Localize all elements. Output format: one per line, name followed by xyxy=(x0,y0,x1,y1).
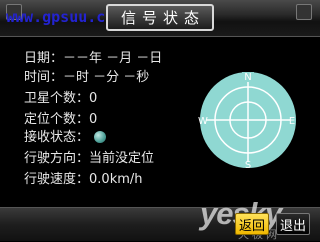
receive-status-indicator-icon xyxy=(94,131,106,143)
time-label: 时间： xyxy=(24,70,64,85)
positioned-label: 定位个数： xyxy=(24,112,90,127)
heading-label: 行驶方向： xyxy=(24,151,90,166)
receive-status-label: 接收状态： xyxy=(24,130,90,145)
speed-value: 0.0km/h xyxy=(89,172,143,187)
receive-status-row: 接收状态： xyxy=(24,128,89,148)
positioned-value: 0 xyxy=(89,112,98,127)
east-label: E xyxy=(289,116,295,127)
satellites-row: 卫星个数：0 xyxy=(24,89,97,109)
satellites-label: 卫星个数： xyxy=(24,91,90,106)
time-row: 时间：－时 －分 －秒 xyxy=(24,68,149,88)
gps-signal-screen: www.gpsuu.com 信号状态 日期：－－年 －月 －日 时间：－时 －分… xyxy=(0,0,320,241)
title-bar: www.gpsuu.com 信号状态 xyxy=(0,0,320,37)
satellite-radar: N S E W xyxy=(198,72,296,171)
west-label: W xyxy=(198,116,208,127)
date-row: 日期：－－年 －月 －日 xyxy=(24,49,162,69)
heading-value: 当前没定位 xyxy=(89,151,155,166)
time-value: －时 －分 －秒 xyxy=(63,70,150,85)
exit-button[interactable]: 退出 xyxy=(276,213,310,235)
speed-label: 行驶速度： xyxy=(24,172,90,187)
positioned-row: 定位个数：0 xyxy=(24,110,97,130)
back-button[interactable]: 返回 xyxy=(235,213,269,235)
south-label: S xyxy=(245,160,251,171)
date-label: 日期： xyxy=(24,51,64,66)
page-title: 信号状态 xyxy=(106,4,214,31)
heading-row: 行驶方向：当前没定位 xyxy=(24,149,154,169)
north-label: N xyxy=(244,72,251,83)
speed-row: 行驶速度：0.0km/h xyxy=(24,170,143,190)
window-icon[interactable] xyxy=(296,4,312,20)
satellites-value: 0 xyxy=(89,91,98,106)
date-value: －－年 －月 －日 xyxy=(63,51,163,66)
